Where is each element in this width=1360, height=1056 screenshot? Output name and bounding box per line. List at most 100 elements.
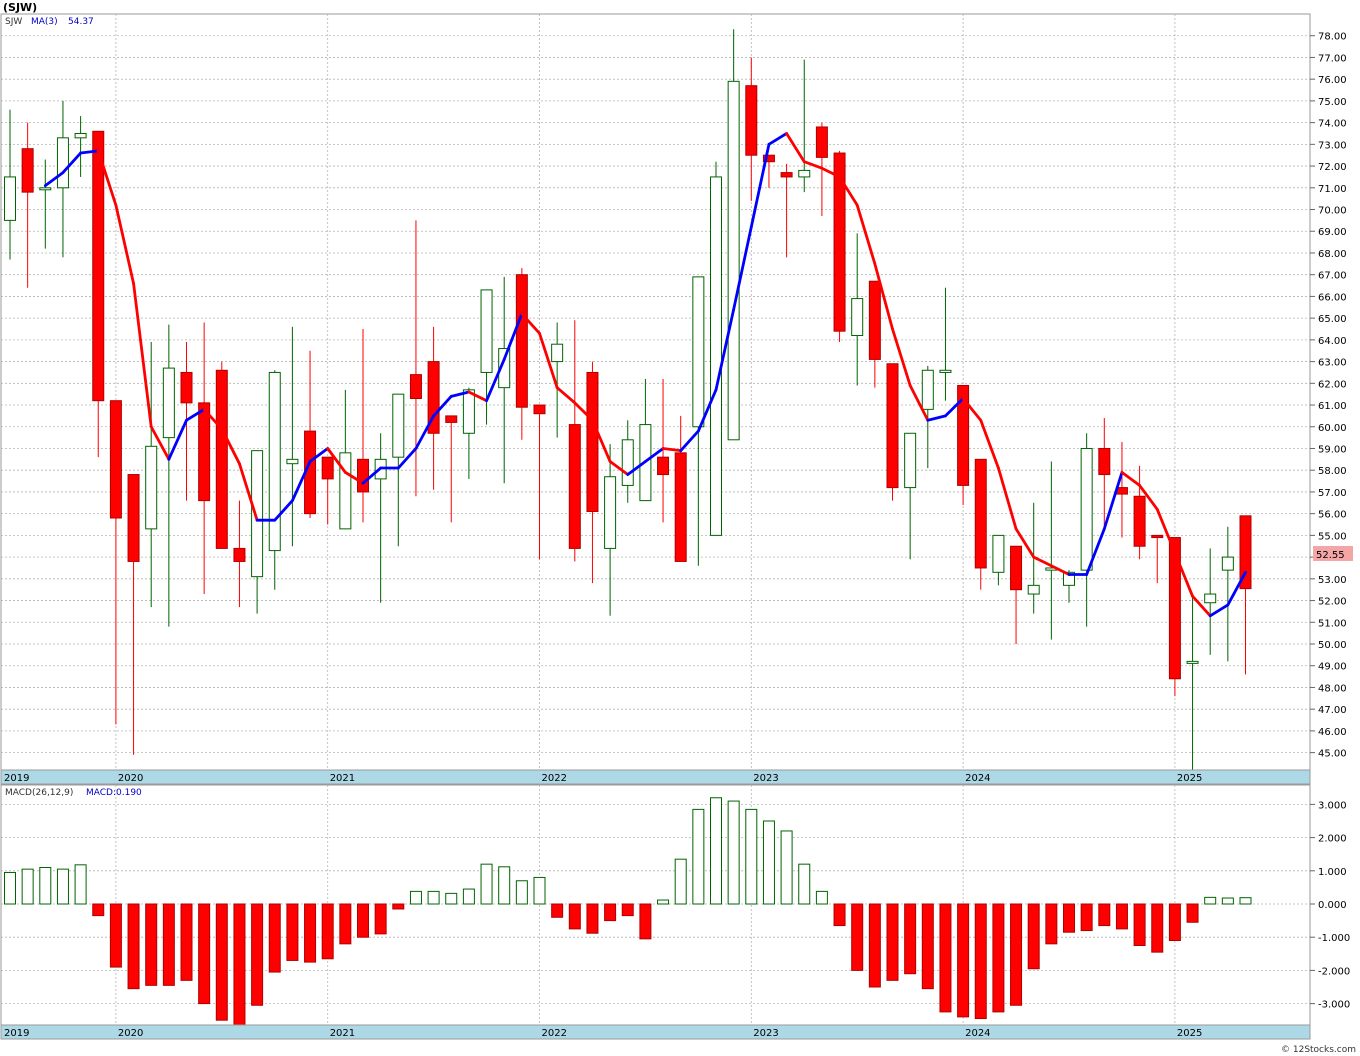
candle-body — [551, 343, 564, 363]
macd-bar — [480, 863, 493, 905]
macd-bar — [498, 866, 511, 905]
price-tick-label: 67.00 — [1318, 271, 1347, 282]
candle-body — [56, 137, 69, 189]
price-tick-label: 51.00 — [1318, 618, 1347, 629]
candle-body — [21, 148, 34, 193]
price-tick-label: 56.00 — [1318, 510, 1347, 521]
macd-bar — [533, 876, 546, 905]
candle-body — [904, 432, 917, 489]
candle-body — [886, 363, 899, 489]
candle-body — [445, 415, 458, 423]
stock-chart: (SJW) 78.00 77.00 76.00 75.00 74.00 73.00 72.0… — [0, 1, 1356, 1055]
macd-bar — [1027, 903, 1040, 970]
candle-body — [798, 169, 811, 178]
price-tick-label: 77.00 — [1318, 53, 1347, 64]
candle-body — [727, 80, 740, 441]
candle-body — [1080, 447, 1093, 571]
legend-symbol: SJW — [5, 17, 22, 27]
macd-y-axis: 3.000 2.000 1.000 0.000 -1.000 -2.000 -3.000 — [1310, 800, 1350, 1011]
macd-x-label: 2023 — [753, 1028, 778, 1039]
macd-bar — [233, 903, 246, 1028]
macd-bar — [921, 903, 934, 990]
macd-bar — [56, 868, 69, 905]
last-price-label: 52.55 — [1316, 550, 1345, 561]
price-tick-label: 52.00 — [1318, 597, 1347, 608]
macd-x-label: 2024 — [965, 1028, 990, 1039]
candle-body — [480, 289, 493, 373]
macd-bar — [621, 903, 634, 917]
macd-tick-label: -1.000 — [1318, 933, 1350, 944]
price-tick-label: 60.00 — [1318, 423, 1347, 434]
price-tick-label: 63.00 — [1318, 358, 1347, 369]
candle-body — [1151, 534, 1164, 539]
price-tick-label: 69.00 — [1318, 227, 1347, 238]
macd-bar — [427, 890, 440, 905]
macd-bar — [780, 830, 793, 905]
macd-tick-label: 3.000 — [1318, 800, 1347, 811]
macd-x-label: 2022 — [542, 1028, 567, 1039]
macd-bar — [974, 903, 987, 1020]
price-x-label: 2020 — [118, 773, 143, 784]
candle-body — [1204, 593, 1217, 604]
macd-bar — [604, 903, 617, 922]
price-tick-label: 57.00 — [1318, 488, 1347, 499]
price-tick-label: 59.00 — [1318, 444, 1347, 455]
price-x-label: 2023 — [753, 773, 778, 784]
price-x-label: 2022 — [542, 773, 567, 784]
candle-body — [462, 389, 475, 434]
macd-bar — [321, 903, 334, 960]
candle-body — [339, 452, 352, 530]
candle-body — [939, 369, 952, 373]
macd-x-label: 2021 — [330, 1028, 355, 1039]
candle-body — [710, 176, 722, 536]
macd-bar — [357, 903, 369, 938]
price-tick-label: 71.00 — [1318, 184, 1347, 195]
macd-bar — [1204, 896, 1217, 905]
macd-bar — [762, 820, 775, 905]
macd-bar — [251, 903, 264, 1006]
price-tick-label: 48.00 — [1318, 683, 1347, 694]
chart-title: (SJW) — [3, 1, 37, 14]
macd-bar — [1239, 897, 1252, 905]
macd-bar — [1045, 903, 1058, 945]
candle-body — [286, 458, 299, 465]
macd-legend-value: MACD:0.190 — [86, 788, 142, 798]
macd-bar — [868, 903, 881, 988]
legend-ma-value: 54.37 — [68, 17, 94, 27]
macd-bar — [374, 903, 387, 935]
macd-bar — [92, 903, 105, 917]
price-x-label: 2019 — [4, 773, 29, 784]
candle-body — [568, 424, 581, 549]
candle-body — [127, 474, 140, 562]
candle-body — [4, 176, 16, 221]
macd-bar — [1168, 903, 1181, 942]
price-tick-label: 50.00 — [1318, 640, 1347, 651]
macd-bar — [833, 903, 846, 927]
macd-bar — [1133, 903, 1146, 946]
candle-body — [1186, 660, 1199, 664]
price-tick-label: 65.00 — [1318, 314, 1347, 325]
price-tick-label: 46.00 — [1318, 727, 1347, 738]
macd-bar — [992, 903, 1005, 1013]
macd-x-label: 2020 — [118, 1028, 143, 1039]
macd-bar — [462, 888, 475, 905]
candle-body — [604, 476, 617, 549]
candle-body — [145, 445, 158, 530]
candle-body — [321, 456, 334, 480]
candle-body — [39, 187, 52, 191]
macd-bar — [657, 899, 670, 905]
candle-body — [357, 458, 369, 493]
macd-bar — [692, 808, 705, 905]
price-x-label: 2021 — [330, 773, 355, 784]
price-tick-label: 45.00 — [1318, 749, 1347, 760]
price-tick-label: 47.00 — [1318, 705, 1347, 716]
candle-body — [268, 371, 281, 552]
macd-bar — [1151, 903, 1164, 953]
price-tick-label: 61.00 — [1318, 401, 1347, 412]
macd-tick-label: -2.000 — [1318, 966, 1350, 977]
price-tick-label: 75.00 — [1318, 97, 1347, 108]
macd-bar — [21, 868, 34, 905]
macd-bar — [127, 903, 140, 990]
macd-bar — [1186, 903, 1199, 923]
macd-x-label: 2025 — [1177, 1028, 1202, 1039]
